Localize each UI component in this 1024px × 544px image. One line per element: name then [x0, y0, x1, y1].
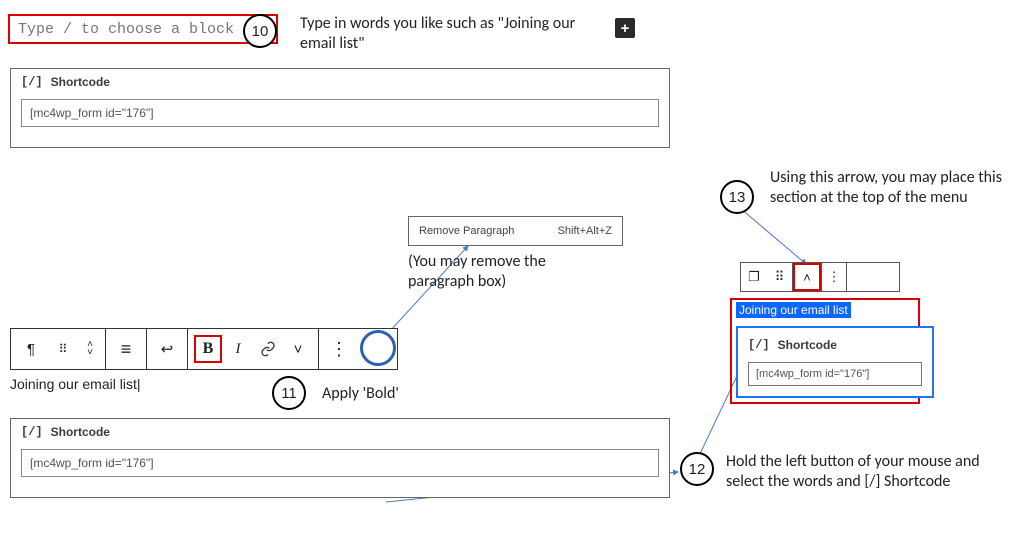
shortcode-label: Shortcode — [51, 425, 110, 439]
step-13-number: 13 — [729, 189, 746, 206]
shortcode-input-bottom[interactable]: [mc4wp_form id="176"] — [21, 449, 659, 477]
selected-paragraph[interactable]: Joining our email list — [736, 302, 851, 317]
more-mini-button[interactable]: ⋮ — [821, 263, 847, 291]
align-button[interactable]: ≡ — [112, 335, 140, 363]
link-button[interactable] — [254, 335, 282, 363]
link-break-button[interactable]: ↩ — [153, 335, 181, 363]
add-block-button[interactable]: + — [615, 18, 635, 38]
remove-paragraph-menu-item[interactable]: Remove Paragraph Shift+Alt+Z — [408, 216, 623, 246]
text-cursor: | — [137, 376, 141, 392]
step-11-marker: 11 — [272, 376, 306, 410]
selected-shortcode-header: [/] Shortcode — [738, 328, 932, 358]
step12-annotation: Hold the left button of your mouse and s… — [726, 452, 1016, 493]
shortcode-header-top: [/] Shortcode — [11, 69, 669, 95]
shortcode-icon: [/] — [21, 75, 43, 89]
step-12-marker: 12 — [680, 452, 714, 486]
paragraph-text: Joining our email list — [10, 376, 137, 392]
block-placeholder[interactable]: Type / to choose a block — [18, 21, 234, 38]
bold-button[interactable]: B — [194, 335, 222, 363]
block-toolbar: ¶ ⠿ ˄ ˅ ≡ ↩ B I ˅ ⋮ — [10, 328, 398, 370]
drag-handle[interactable]: ⠿ — [49, 335, 77, 363]
step-13-marker: 13 — [720, 180, 754, 214]
paragraph-type-button[interactable]: ¶ — [17, 335, 45, 363]
italic-button[interactable]: I — [224, 335, 252, 363]
selected-shortcode-block[interactable]: [/] Shortcode [mc4wp_form id="176"] — [736, 326, 934, 398]
more-options-button[interactable]: ⋮ — [325, 335, 353, 363]
shortcode-label: Shortcode — [51, 75, 110, 89]
selected-shortcode-input[interactable]: [mc4wp_form id="176"] — [748, 362, 922, 386]
selected-text: Joining our email list — [736, 302, 851, 318]
step-11-number: 11 — [281, 385, 297, 402]
remove-paragraph-shortcut: Shift+Alt+Z — [558, 225, 612, 237]
more-formatting-button[interactable]: ˅ — [284, 335, 312, 363]
shortcode-icon: [/] — [748, 338, 770, 352]
step13-annotation: Using this arrow, you may place this sec… — [770, 168, 1015, 209]
shortcode-label: Shortcode — [778, 338, 837, 352]
step-10-number: 10 — [252, 23, 269, 40]
step-12-number: 12 — [689, 461, 706, 478]
paragraph-block[interactable]: Joining our email list| — [10, 376, 140, 392]
move-up-arrow-button[interactable]: ˄ — [793, 263, 821, 291]
step10-highlight-box: Type / to choose a block — [8, 14, 278, 44]
shortcode-panel-bottom: [/] Shortcode [mc4wp_form id="176"] — [10, 418, 670, 498]
shortcode-panel-top: [/] Shortcode [mc4wp_form id="176"] — [10, 68, 670, 148]
step-10-marker: 10 — [243, 14, 277, 48]
move-down-button[interactable]: ˅ — [87, 349, 93, 357]
remove-paragraph-label: Remove Paragraph — [419, 225, 514, 237]
shortcode-input-top[interactable]: [mc4wp_form id="176"] — [21, 99, 659, 127]
shortcode-icon: [/] — [21, 425, 43, 439]
step11-annotation: Apply 'Bold' — [322, 384, 399, 404]
step10-annotation: Type in words you like such as "Joining … — [300, 14, 600, 55]
link-icon — [260, 341, 276, 357]
drag-handle-mini[interactable]: ⠿ — [767, 263, 793, 291]
copy-icon[interactable]: ❐ — [741, 263, 767, 291]
shortcode-header-bottom: [/] Shortcode — [11, 419, 669, 445]
remove-note: (You may remove the paragraph box) — [408, 252, 608, 293]
group-toolbar: ❐ ⠿ ˄ ⋮ — [740, 262, 900, 292]
mover-buttons: ˄ ˅ — [81, 341, 99, 357]
more-options-highlight — [360, 330, 396, 366]
